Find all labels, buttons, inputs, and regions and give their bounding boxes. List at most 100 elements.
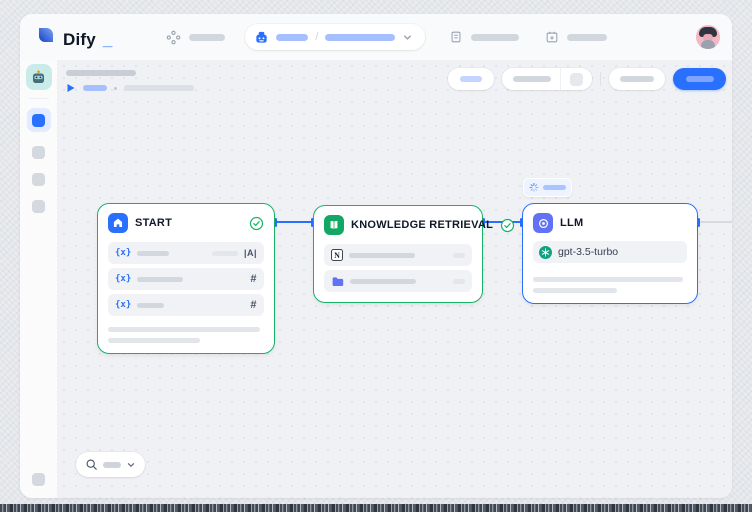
run-button[interactable] bbox=[503, 68, 561, 90]
node-description bbox=[108, 327, 264, 343]
toolbar-divider bbox=[600, 72, 601, 86]
node-start-header: START bbox=[108, 213, 264, 233]
sidebar-item-4[interactable] bbox=[32, 200, 45, 213]
placeholder-bar bbox=[137, 251, 169, 256]
placeholder-bar bbox=[212, 251, 238, 256]
placeholder-bar bbox=[453, 253, 465, 258]
chevron-down-icon bbox=[402, 32, 413, 43]
run-status-row bbox=[66, 83, 194, 93]
node-description bbox=[533, 277, 687, 293]
placeholder-bar bbox=[350, 279, 416, 284]
move-icon bbox=[166, 30, 181, 45]
docs-link[interactable] bbox=[449, 30, 519, 44]
zoom-value-placeholder bbox=[103, 462, 121, 468]
variable-icon: {x} bbox=[115, 300, 131, 310]
dot-separator bbox=[114, 87, 117, 90]
variable-type: |A| bbox=[244, 248, 257, 258]
node-running-badge bbox=[523, 178, 572, 197]
chevron-down-icon bbox=[126, 460, 136, 470]
node-title: KNOWLEDGE RETRIEVAL bbox=[351, 219, 493, 231]
placeholder-bar bbox=[453, 279, 465, 284]
edge-llm-outgoing[interactable] bbox=[699, 221, 732, 223]
running-label-placeholder bbox=[543, 185, 566, 190]
placeholder-bar bbox=[189, 34, 225, 41]
preview-button[interactable] bbox=[609, 68, 665, 90]
spinner-icon bbox=[529, 182, 539, 193]
left-sidebar bbox=[20, 60, 58, 498]
placeholder-square bbox=[570, 73, 583, 86]
variable-row[interactable]: {x} # bbox=[108, 294, 264, 316]
canvas-toolbar bbox=[448, 68, 726, 90]
workflow-title-placeholder bbox=[66, 70, 136, 76]
run-label-placeholder bbox=[83, 85, 107, 91]
publish-button[interactable] bbox=[673, 68, 726, 90]
openai-icon bbox=[539, 246, 552, 259]
robot-icon bbox=[254, 30, 269, 45]
node-kr-header: KNOWLEDGE RETRIEVAL bbox=[324, 215, 472, 235]
placeholder-bar bbox=[349, 253, 415, 258]
variable-icon: {x} bbox=[115, 274, 131, 284]
placeholder-bar bbox=[620, 76, 654, 82]
variable-row[interactable]: {x} |A| bbox=[108, 242, 264, 264]
llm-icon bbox=[533, 213, 553, 233]
zoom-control[interactable] bbox=[76, 452, 145, 477]
node-start[interactable]: START {x} |A| {x} # {x} bbox=[97, 203, 275, 354]
sidebar-divider bbox=[29, 98, 49, 99]
node-title: LLM bbox=[560, 217, 687, 229]
play-icon[interactable] bbox=[66, 83, 76, 93]
plugins-link[interactable] bbox=[545, 30, 607, 44]
logo-accent: _ bbox=[103, 30, 112, 50]
workflow-name-placeholder bbox=[325, 34, 395, 41]
logo-text: Dify bbox=[63, 30, 96, 50]
avatar-body bbox=[701, 40, 715, 49]
variable-icon: {x} bbox=[115, 248, 131, 258]
breadcrumb-separator: / bbox=[315, 31, 318, 43]
run-split-button[interactable] bbox=[502, 68, 592, 90]
dataset-row[interactable] bbox=[324, 270, 472, 292]
features-button[interactable] bbox=[448, 68, 494, 90]
placeholder-bar bbox=[460, 76, 482, 82]
top-header: Dify _ / bbox=[20, 14, 732, 60]
placeholder-bar bbox=[137, 277, 183, 282]
placeholder-bar bbox=[686, 76, 714, 82]
sidebar-item-bottom[interactable] bbox=[32, 473, 45, 486]
doc-icon bbox=[449, 30, 463, 44]
dataset-row[interactable]: N bbox=[324, 244, 472, 266]
edge-start-to-knowledge[interactable] bbox=[275, 221, 313, 223]
app-robot-icon bbox=[30, 69, 47, 86]
node-knowledge-retrieval[interactable]: KNOWLEDGE RETRIEVAL N bbox=[313, 205, 483, 303]
sidebar-item-3[interactable] bbox=[32, 173, 45, 186]
home-icon bbox=[108, 213, 128, 233]
variable-row[interactable]: {x} # bbox=[108, 268, 264, 290]
folder-icon bbox=[331, 275, 344, 288]
variable-type: # bbox=[250, 273, 257, 285]
app-window: Dify _ / bbox=[20, 14, 732, 498]
node-llm-header: LLM bbox=[533, 213, 687, 233]
noise-strip bbox=[0, 504, 752, 512]
check-circle-icon bbox=[249, 216, 264, 231]
model-row[interactable]: gpt-3.5-turbo bbox=[533, 241, 687, 263]
dify-logo[interactable]: Dify _ bbox=[36, 25, 112, 50]
run-meta-placeholder bbox=[124, 85, 194, 91]
run-menu-button[interactable] bbox=[561, 68, 591, 90]
avatar[interactable] bbox=[696, 25, 720, 49]
placeholder-line bbox=[108, 338, 200, 343]
model-name: gpt-3.5-turbo bbox=[558, 246, 618, 258]
placeholder-bar bbox=[567, 34, 607, 41]
active-square bbox=[32, 114, 45, 127]
app-icon[interactable] bbox=[26, 64, 52, 90]
calendar-plus-icon bbox=[545, 30, 559, 44]
placeholder-line bbox=[533, 288, 617, 293]
placeholder-bar bbox=[471, 34, 519, 41]
app-breadcrumb-pill[interactable]: / bbox=[245, 24, 425, 50]
placeholder-line bbox=[108, 327, 260, 332]
variable-type: # bbox=[250, 299, 257, 311]
search-icon bbox=[85, 458, 98, 471]
sidebar-item-workflow-active[interactable] bbox=[27, 108, 51, 132]
book-icon bbox=[324, 215, 344, 235]
sidebar-item-2[interactable] bbox=[32, 146, 45, 159]
check-circle-icon bbox=[500, 218, 515, 233]
workspace-switcher[interactable] bbox=[166, 30, 225, 45]
workflow-canvas[interactable]: START {x} |A| {x} # {x} bbox=[58, 60, 732, 498]
node-llm[interactable]: LLM gpt-3.5-turbo bbox=[522, 203, 698, 304]
